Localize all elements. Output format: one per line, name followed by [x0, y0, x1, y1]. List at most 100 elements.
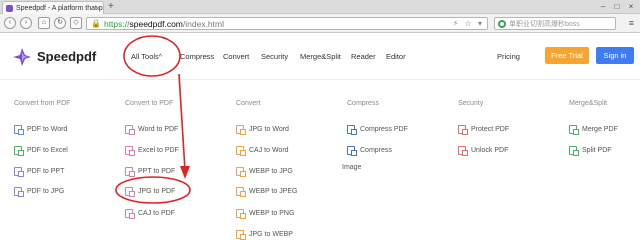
- nav-editor[interactable]: Editor: [386, 52, 406, 61]
- category-title-compress: Compress: [347, 100, 379, 107]
- menu-item-label: Excel to PDF: [138, 146, 179, 154]
- pdf-to-ppt-icon: [14, 166, 24, 177]
- split-pdf-icon: [569, 145, 579, 156]
- search-placeholder: 单职业切割高爆秒boss: [509, 20, 580, 28]
- minimize-button[interactable]: –: [596, 0, 610, 13]
- menu-item-label: Unlock PDF: [471, 146, 509, 154]
- menu-item-pdf-to-ppt[interactable]: PDF to PPT: [14, 166, 65, 177]
- protect-pdf-icon: [458, 124, 468, 135]
- shield-icon[interactable]: ◇: [70, 17, 82, 29]
- menu-item-label: WEBP to JPEG: [249, 187, 298, 195]
- free-trial-button[interactable]: Free Trial: [545, 47, 589, 64]
- menu-item-label: Split PDF: [582, 146, 612, 154]
- nav-all-tools[interactable]: All Tools^: [131, 52, 162, 61]
- menu-item-label: JPG to PDF: [138, 187, 176, 195]
- menu-item-pdf-to-jpg[interactable]: PDF to JPG: [14, 186, 65, 197]
- star-icon[interactable]: ⚡ ☆ ▾: [453, 19, 484, 28]
- menu-icon[interactable]: ≡: [629, 18, 634, 28]
- window-close-button[interactable]: ×: [624, 0, 638, 13]
- nav-pricing[interactable]: Pricing: [497, 52, 520, 61]
- new-tab-button[interactable]: +: [108, 1, 114, 13]
- back-icon[interactable]: ‹: [4, 17, 16, 29]
- category-title-security: Security: [458, 100, 484, 107]
- nav-reader[interactable]: Reader: [351, 52, 376, 61]
- menu-item-label: JPG to WEBP: [249, 230, 293, 238]
- menu-item-excel-to-pdf[interactable]: Excel to PDF: [125, 145, 179, 156]
- menu-item-label: WEBP to PNG: [249, 209, 295, 217]
- category-title-convert-to-pdf: Convert to PDF: [125, 100, 174, 107]
- menu-item-pdf-to-word[interactable]: PDF to Word: [14, 124, 68, 135]
- excel-to-pdf-icon: [125, 145, 135, 156]
- menu-item-protect-pdf[interactable]: Protect PDF: [458, 124, 510, 135]
- menu-item-label: Compress: [360, 146, 392, 154]
- speedpdf-logo-icon: [13, 48, 31, 66]
- annotation-arrow-head: [180, 166, 190, 179]
- menu-item-webp-to-jpg[interactable]: WEBP to JPG: [236, 166, 293, 177]
- menu-item-label: CAJ to PDF: [138, 209, 175, 217]
- menu-item-label: PDF to PPT: [27, 167, 65, 175]
- menu-item-label: PDF to Word: [27, 125, 68, 133]
- menu-item-compress-image[interactable]: Compress: [347, 145, 392, 156]
- unlock-pdf-icon: [458, 145, 468, 156]
- menu-item-split-pdf[interactable]: Split PDF: [569, 145, 612, 156]
- address-bar[interactable]: 🔒 https:// speedpdf.com /index.html ⚡ ☆ …: [86, 17, 488, 30]
- menu-item-label: CAJ to Word: [249, 146, 289, 154]
- nav-convert[interactable]: Convert: [223, 52, 249, 61]
- browser-tab[interactable]: Speedpdf - A platform that p ×: [2, 1, 104, 14]
- nav-compress[interactable]: Compress: [180, 52, 214, 61]
- sign-in-button[interactable]: Sign in: [596, 47, 634, 64]
- menu-item-webp-to-png[interactable]: WEBP to PNG: [236, 208, 295, 219]
- menu-item-label: PDF to Excel: [27, 146, 68, 154]
- jpg-to-webp-icon: [236, 229, 246, 240]
- refresh-icon[interactable]: ↻: [54, 17, 66, 29]
- menu-item-word-to-pdf[interactable]: Word to PDF: [125, 124, 179, 135]
- menu-item-merge-pdf[interactable]: Merge PDF: [569, 124, 618, 135]
- webp-to-png-icon: [236, 208, 246, 219]
- url-host: speedpdf.com: [129, 18, 183, 29]
- category-title-convert-from-pdf: Convert from PDF: [14, 100, 71, 107]
- nav-merge-split[interactable]: Merge&Split: [300, 52, 341, 61]
- url-path: /index.html: [182, 18, 224, 29]
- menu-item-jpg-to-pdf[interactable]: JPG to PDF: [125, 186, 176, 197]
- menu-item-jpg-to-word[interactable]: JPG to Word: [236, 124, 289, 135]
- jpg-to-pdf-icon: [125, 186, 135, 197]
- menu-item-jpg-to-webp[interactable]: JPG to WEBP: [236, 229, 293, 240]
- forward-icon[interactable]: ›: [20, 17, 32, 29]
- site-header: Speedpdf All Tools^ Compress Convert Sec…: [0, 34, 640, 80]
- menu-item-caj-to-word[interactable]: CAJ to Word: [236, 145, 289, 156]
- nav-security[interactable]: Security: [261, 52, 288, 61]
- chevron-up-icon: ^: [158, 54, 163, 61]
- search-input[interactable]: 单职业切割高爆秒boss: [494, 17, 616, 30]
- tab-close-icon[interactable]: ×: [95, 4, 100, 13]
- menu-item-pdf-to-excel[interactable]: PDF to Excel: [14, 145, 68, 156]
- menu-item-label: Word to PDF: [138, 125, 179, 133]
- caj-to-pdf-icon: [125, 208, 135, 219]
- url-scheme: https://: [103, 18, 130, 29]
- menu-item-ppt-to-pdf[interactable]: PPT to PDF: [125, 166, 175, 177]
- menu-item-compress-image-wrap[interactable]: Image: [342, 164, 361, 171]
- browser-nav-bar: ‹ › ⌂ ↻ ◇ 🔒 https:// speedpdf.com /index…: [0, 14, 640, 33]
- jpg-to-word-icon: [236, 124, 246, 135]
- menu-item-label: Protect PDF: [471, 125, 510, 133]
- category-title-merge-split: Merge&Split: [569, 100, 608, 107]
- menu-item-label: PDF to JPG: [27, 187, 65, 195]
- menu-item-label: Merge PDF: [582, 125, 618, 133]
- menu-item-label: JPG to Word: [249, 125, 289, 133]
- menu-item-compress-pdf[interactable]: Compress PDF: [347, 124, 408, 135]
- compress-pdf-icon: [347, 124, 357, 135]
- lock-icon: 🔒: [91, 19, 101, 28]
- menu-item-caj-to-pdf[interactable]: CAJ to PDF: [125, 208, 175, 219]
- word-to-pdf-icon: [125, 124, 135, 135]
- pdf-to-word-icon: [14, 124, 24, 135]
- caj-to-word-icon: [236, 145, 246, 156]
- tab-title: Speedpdf - A platform that p: [16, 4, 103, 12]
- search-engine-icon: [498, 19, 506, 28]
- menu-item-unlock-pdf[interactable]: Unlock PDF: [458, 145, 509, 156]
- maximize-button[interactable]: □: [610, 0, 624, 13]
- site-favicon-icon: [6, 4, 13, 12]
- site-logo[interactable]: Speedpdf: [37, 49, 96, 64]
- compress-image-icon: [347, 145, 357, 156]
- menu-item-webp-to-jpeg[interactable]: WEBP to JPEG: [236, 186, 298, 197]
- home-icon[interactable]: ⌂: [38, 17, 50, 29]
- webp-to-jpg-icon: [236, 166, 246, 177]
